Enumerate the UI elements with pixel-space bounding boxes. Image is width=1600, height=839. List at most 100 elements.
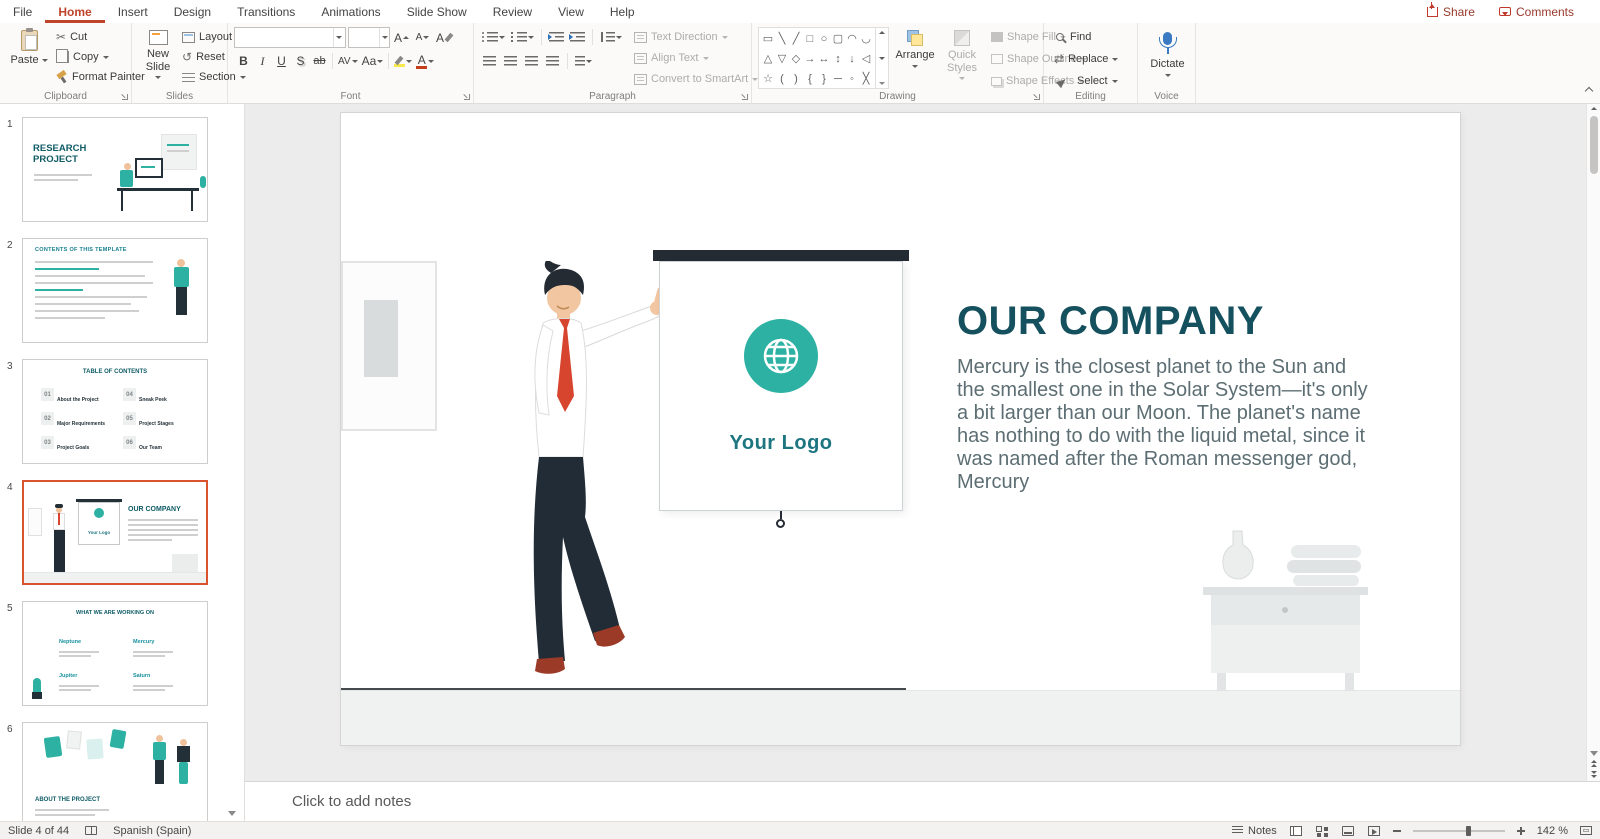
slide-thumbnail-3[interactable]: TABLE OF CONTENTS 01 About the Project 02…	[22, 359, 208, 464]
align-text-button[interactable]: Align Text	[630, 48, 762, 68]
presenter-illustration[interactable]	[509, 259, 679, 696]
dictate-button[interactable]: Dictate	[1144, 27, 1191, 80]
zoom-level[interactable]: 142 %	[1537, 825, 1568, 837]
character-spacing-button[interactable]: AV	[336, 51, 360, 71]
shape-cell[interactable]: ╲	[779, 33, 786, 45]
clipboard-dialog-launcher[interactable]	[122, 94, 128, 100]
zoom-in-button[interactable]	[1516, 826, 1525, 835]
font-name-dropdown[interactable]	[332, 28, 345, 47]
font-color-button[interactable]: A	[414, 51, 436, 71]
slide-thumbnail-5[interactable]: WHAT WE ARE WORKING ON Neptune Mercury J…	[22, 601, 208, 706]
whiteboard-graphic[interactable]	[341, 261, 437, 431]
reading-view-button[interactable]	[1341, 825, 1355, 837]
align-center-button[interactable]	[501, 51, 520, 71]
shape-cell[interactable]: □	[807, 33, 814, 45]
replace-button[interactable]: ⇄ Replace	[1050, 49, 1133, 69]
arrange-button[interactable]: Arrange	[893, 27, 937, 91]
convert-smartart-button[interactable]: Convert to SmartArt	[630, 69, 762, 89]
font-name-input[interactable]	[235, 28, 333, 47]
font-dialog-launcher[interactable]	[464, 94, 470, 100]
vertical-scrollbar[interactable]	[1586, 104, 1600, 781]
drawing-dialog-launcher[interactable]	[1034, 94, 1040, 100]
shape-cell[interactable]: ▽	[778, 53, 786, 65]
shape-cell[interactable]: ▭	[763, 33, 773, 45]
shape-cell[interactable]: )	[794, 73, 798, 85]
shape-cell[interactable]: ◡	[861, 33, 871, 45]
font-size-combo[interactable]	[348, 27, 390, 48]
increase-indent-button[interactable]	[568, 27, 587, 47]
shape-cell[interactable]: ◁	[862, 53, 870, 65]
zoom-slider[interactable]	[1412, 825, 1505, 836]
font-name-combo[interactable]	[234, 27, 346, 48]
notes-placeholder[interactable]: Click to add notes	[245, 793, 411, 810]
slide-body-text[interactable]: Mercury is the closest planet to the Sun…	[957, 356, 1369, 494]
quick-styles-button[interactable]: Quick Styles	[941, 27, 983, 91]
select-button[interactable]: Select	[1050, 71, 1133, 91]
text-highlight-button[interactable]	[392, 51, 414, 71]
tab-view[interactable]: View	[545, 0, 597, 23]
shape-cell[interactable]: →	[805, 53, 816, 65]
grow-font-button[interactable]: A	[392, 28, 411, 48]
slide-indicator[interactable]: Slide 4 of 44	[8, 825, 69, 837]
shape-cell[interactable]: ↕	[835, 53, 841, 65]
paste-button[interactable]: Paste	[6, 27, 52, 87]
shape-cell[interactable]: ○	[821, 33, 828, 45]
shapes-gallery-scrollbar[interactable]	[875, 28, 888, 88]
font-size-input[interactable]	[349, 28, 380, 47]
align-left-button[interactable]	[480, 51, 499, 71]
notes-toggle-button[interactable]: Notes	[1232, 825, 1277, 837]
next-slide-button[interactable]	[1590, 771, 1597, 778]
columns-button[interactable]	[573, 51, 594, 71]
shape-cell[interactable]: ─	[834, 73, 842, 85]
tab-help[interactable]: Help	[597, 0, 648, 23]
tab-file[interactable]: File	[0, 0, 45, 23]
shape-cell[interactable]: ↓	[849, 53, 855, 65]
slideshow-view-button[interactable]	[1367, 825, 1381, 837]
tab-home[interactable]: Home	[45, 0, 104, 23]
logo-placeholder-text[interactable]: Your Logo	[660, 432, 902, 455]
normal-view-button[interactable]	[1289, 825, 1303, 837]
line-spacing-button[interactable]	[598, 27, 624, 47]
shrink-font-button[interactable]: A	[413, 28, 432, 48]
text-shadow-button[interactable]: S	[291, 51, 310, 71]
slide-thumbnail-2[interactable]: CONTENTS OF THIS TEMPLATE	[22, 238, 208, 343]
change-case-button[interactable]: Aa	[360, 51, 386, 71]
projector-screen[interactable]: Your Logo	[659, 261, 903, 511]
tab-animations[interactable]: Animations	[308, 0, 393, 23]
collapse-ribbon-button[interactable]	[1584, 81, 1594, 99]
strikethrough-button[interactable]: ab	[310, 51, 329, 71]
zoom-slider-thumb[interactable]	[1466, 825, 1472, 836]
fit-slide-to-window-button[interactable]	[1580, 826, 1592, 835]
shape-cell[interactable]: ◇	[792, 53, 800, 65]
shape-cell[interactable]: ▢	[833, 33, 843, 45]
decrease-indent-button[interactable]	[547, 27, 566, 47]
nightstand-illustration[interactable]	[1203, 525, 1368, 700]
shape-cell[interactable]: ☆	[763, 73, 773, 85]
previous-slide-button[interactable]	[1590, 760, 1597, 767]
font-size-dropdown[interactable]	[379, 28, 389, 47]
language-button[interactable]: Spanish (Spain)	[113, 825, 191, 837]
justify-button[interactable]	[543, 51, 562, 71]
tab-transitions[interactable]: Transitions	[224, 0, 308, 23]
slide-thumbnail-4-selected[interactable]: Your Logo OUR COMPANY	[22, 480, 208, 585]
align-right-button[interactable]	[522, 51, 541, 71]
italic-button[interactable]: I	[253, 51, 272, 71]
shape-cell[interactable]: ↔	[819, 53, 830, 65]
slide-thumbnail-6[interactable]: ABOUT THE PROJECT	[22, 722, 208, 821]
paragraph-dialog-launcher[interactable]	[742, 94, 748, 100]
scrollbar-thumb[interactable]	[1589, 116, 1598, 174]
share-button[interactable]: Share	[1426, 1, 1475, 19]
shape-cell[interactable]: ╱	[793, 33, 800, 45]
new-slide-button[interactable]: New Slide	[138, 27, 178, 87]
bullets-button[interactable]	[480, 27, 507, 47]
find-button[interactable]: Find	[1050, 27, 1133, 47]
shape-cell[interactable]: {	[808, 73, 812, 85]
slide-sorter-view-button[interactable]	[1315, 825, 1329, 837]
tab-slideshow[interactable]: Slide Show	[394, 0, 480, 23]
shape-cell[interactable]: △	[764, 53, 772, 65]
shape-cell[interactable]: ╳	[863, 73, 870, 85]
scroll-down-arrow[interactable]	[1589, 751, 1598, 756]
comments-button[interactable]: Comments	[1498, 5, 1574, 19]
thumbnail-scroll-down-button[interactable]	[224, 807, 240, 819]
text-direction-button[interactable]: Text Direction	[630, 27, 762, 47]
